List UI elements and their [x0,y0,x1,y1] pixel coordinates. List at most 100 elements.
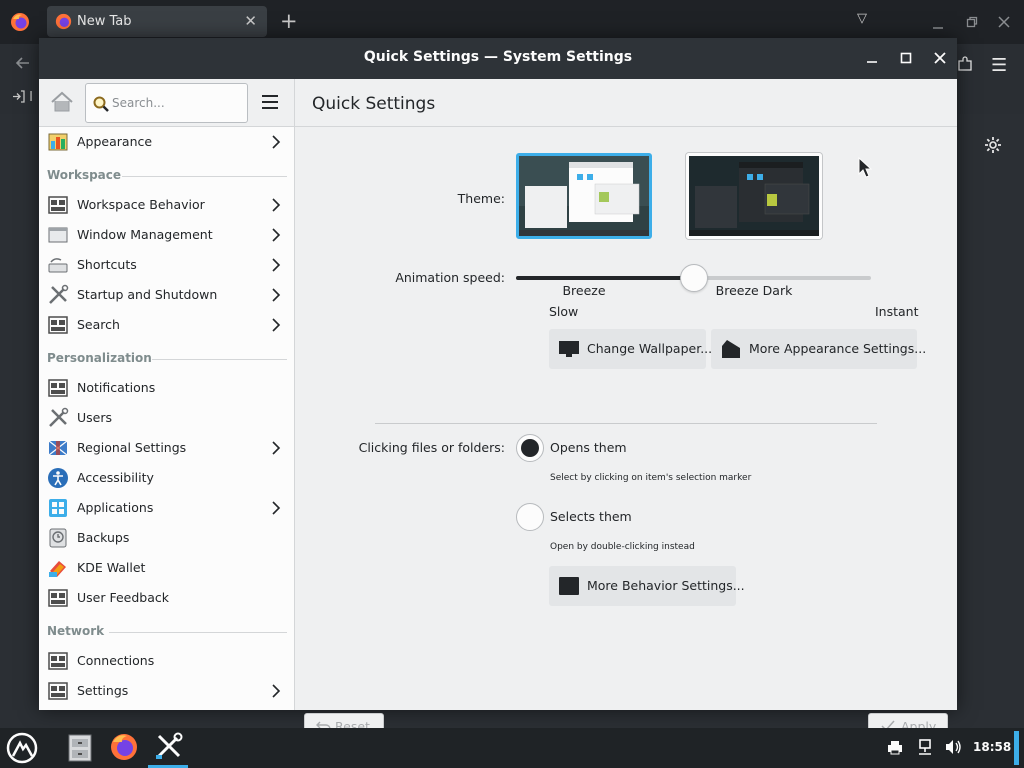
extensions-icon[interactable] [957,56,973,72]
theme-breeze-card[interactable] [516,153,652,239]
clicking-files-label: Clicking files or folders: [358,440,505,455]
sidebar-item-network-settings[interactable]: Settings [39,676,294,706]
browser-minimize-icon[interactable] [932,18,944,30]
users-icon [49,407,69,427]
search-field[interactable] [85,83,248,123]
home-icon[interactable] [49,89,75,115]
opens-them-hint: Select by clicking on item's selection m… [550,473,752,483]
chevron-right-icon [272,318,281,332]
volume-icon[interactable] [944,738,962,756]
sidebar-item-label: Applications [77,500,154,515]
list-all-tabs-icon[interactable]: ▽ [857,11,867,26]
import-bookmarks-button[interactable]: I [12,90,33,105]
sidebar-item-label: Regional Settings [77,440,187,455]
sidebar-item-label: Connections [77,653,155,668]
sidebar-item-connections[interactable]: Connections [39,646,294,676]
search-settings-icon [48,316,68,334]
opens-them-radio[interactable] [516,434,544,462]
browser-menu-icon[interactable]: ☰ [991,55,1007,76]
sidebar-item-label: Accessibility [77,470,154,485]
sidebar-item-startup-shutdown[interactable]: Startup and Shutdown [39,280,294,310]
network-settings-icon [48,682,68,700]
sidebar-item-accessibility[interactable]: Accessibility [39,463,294,493]
sidebar-item-label: Workspace Behavior [77,197,205,212]
system-settings-window: Quick Settings — System Settings Search.… [39,38,957,739]
selects-them-hint: Open by double-clicking instead [550,542,695,552]
workspace-behavior-icon [48,196,68,214]
browser-tab-new-tab[interactable]: New Tab ✕ [47,6,267,37]
search-icon [93,96,109,112]
sidebar-item-appearance[interactable]: Appearance [39,127,294,157]
sidebar-item-search[interactable]: Search [39,310,294,340]
section-divider [375,423,877,424]
import-label: I [29,90,33,105]
theme-label: Theme: [457,191,505,206]
breeze-theme-preview [519,156,649,236]
animation-instant-label: Instant [875,304,919,319]
sidebar-item-label: Backups [77,530,130,545]
sidebar-item-shortcuts[interactable]: Shortcuts [39,250,294,280]
sidebar-item-notifications[interactable]: Notifications [39,373,294,403]
sidebar-item-users[interactable]: Users [39,403,294,433]
sidebar-item-label: Settings [77,683,129,698]
minimize-icon[interactable] [861,47,883,69]
back-arrow-icon[interactable] [14,54,32,72]
firefox-icon[interactable] [10,12,30,32]
gear-icon[interactable] [983,135,1003,155]
taskbar-system-settings[interactable] [148,728,188,768]
kde-wallet-icon [49,561,66,577]
theme-breeze-dark-card[interactable] [686,153,822,239]
printer-icon[interactable] [886,738,904,756]
new-tab-button[interactable]: + [280,8,298,34]
radio-selected-dot [521,439,539,457]
taskbar-file-manager[interactable] [60,728,100,768]
firefox-tab-icon [55,13,72,30]
slider-handle[interactable] [680,264,708,292]
window-titlebar[interactable]: Quick Settings — System Settings [39,38,957,79]
more-appearance-settings-button[interactable]: More Appearance Settings... [711,329,926,369]
selects-them-radio[interactable] [516,503,544,531]
sidebar-item-window-management[interactable]: Window Management [39,220,294,250]
section-header-workspace: Workspace [47,168,287,182]
sidebar-item-regional-settings[interactable]: Regional Settings [39,433,294,463]
clock[interactable]: 18:58 [973,740,1011,754]
sidebar-item-applications[interactable]: Applications [39,493,294,523]
behavior-settings-icon [559,577,579,595]
window-title: Quick Settings — System Settings [363,49,633,65]
sidebar-item-workspace-behavior[interactable]: Workspace Behavior [39,190,294,220]
firefox-taskbar-icon [111,734,137,760]
tab-close-icon[interactable]: ✕ [244,12,257,30]
network-icon[interactable] [916,738,934,756]
animation-speed-label: Animation speed: [395,270,505,285]
browser-restore-icon[interactable] [966,16,978,28]
application-launcher-icon[interactable] [6,732,38,764]
chevron-right-icon [272,288,281,302]
section-divider [122,176,287,177]
change-wallpaper-button[interactable]: Change Wallpaper... [549,329,712,369]
page-divider [295,126,957,127]
selects-them-label[interactable]: Selects them [550,509,632,524]
more-behavior-settings-button[interactable]: More Behavior Settings... [549,566,745,606]
taskbar-firefox[interactable] [104,728,144,768]
tab-title: New Tab [77,14,132,29]
sidebar-item-user-feedback[interactable]: User Feedback [39,583,294,613]
section-header-network: Network [47,624,287,638]
chevron-right-icon [272,228,281,242]
sidebar-item-label: Users [77,410,113,425]
hamburger-menu-icon[interactable] [259,91,281,113]
backups-icon [49,528,67,548]
maximize-icon[interactable] [895,47,917,69]
sidebar-item-backups[interactable]: Backups [39,523,294,553]
sidebar-item-label: Startup and Shutdown [77,287,218,302]
import-icon [13,90,25,103]
sidebar-item-kde-wallet[interactable]: KDE Wallet [39,553,294,583]
close-icon[interactable] [929,47,951,69]
shortcuts-icon [48,258,68,273]
sidebar-item-label: Notifications [77,380,156,395]
search-input[interactable] [112,94,242,112]
browser-close-icon[interactable] [998,16,1010,28]
sidebar-item-label: Search [77,317,120,332]
opens-them-label[interactable]: Opens them [550,440,627,455]
regional-settings-icon [48,440,68,456]
show-desktop-edge[interactable] [1014,731,1019,765]
